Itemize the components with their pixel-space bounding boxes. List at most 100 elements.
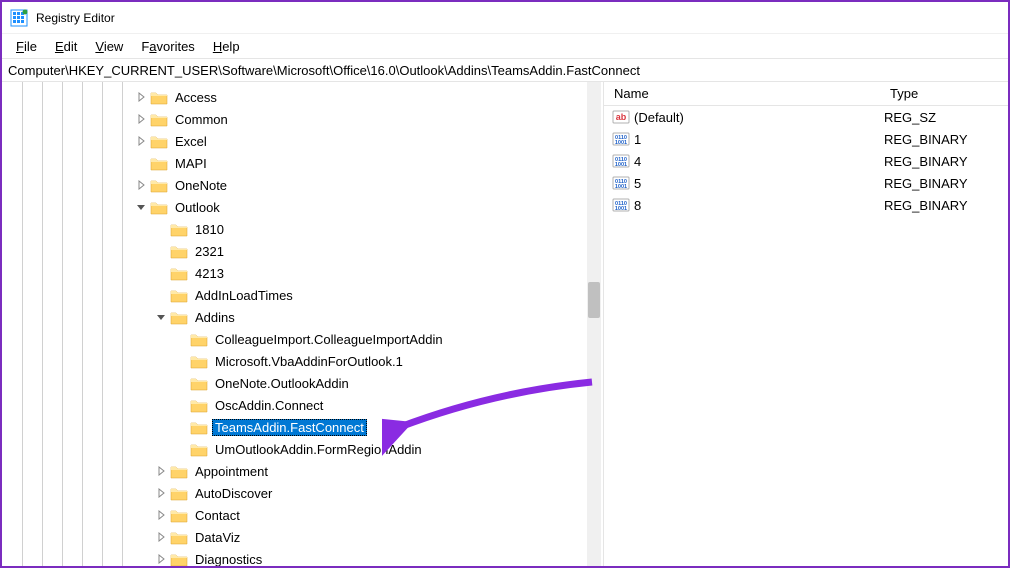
column-type[interactable]: Type	[884, 86, 1008, 101]
chevron-right-icon[interactable]	[134, 134, 148, 148]
tree-node-label[interactable]: AutoDiscover	[192, 485, 275, 502]
chevron-down-icon[interactable]	[134, 200, 148, 214]
values-pane: Name Type (Default)REG_SZ1REG_BINARY4REG…	[604, 82, 1008, 566]
tree-node-label[interactable]: UmOutlookAddin.FormRegionAddin	[212, 441, 425, 458]
tree-node[interactable]: Appointment	[2, 460, 603, 482]
tree-node[interactable]: OneNote	[2, 174, 603, 196]
tree-node-label[interactable]: OneNote.OutlookAddin	[212, 375, 352, 392]
tree-node[interactable]: OscAddin.Connect	[2, 394, 603, 416]
value-row[interactable]: (Default)REG_SZ	[604, 106, 1008, 128]
tree-node[interactable]: Microsoft.VbaAddinForOutlook.1	[2, 350, 603, 372]
twisty-none	[154, 288, 168, 302]
tree-node-label[interactable]: ColleagueImport.ColleagueImportAddin	[212, 331, 446, 348]
chevron-right-icon[interactable]	[134, 90, 148, 104]
tree-scrollbar[interactable]	[587, 82, 601, 566]
twisty-none	[174, 442, 188, 456]
tree-node[interactable]: 4213	[2, 262, 603, 284]
tree-node-label[interactable]: MAPI	[172, 155, 210, 172]
tree-node[interactable]: 1810	[2, 218, 603, 240]
tree-node-label[interactable]: Microsoft.VbaAddinForOutlook.1	[212, 353, 406, 370]
column-name[interactable]: Name	[608, 86, 884, 101]
scroll-thumb[interactable]	[588, 282, 600, 318]
folder-icon	[150, 177, 168, 193]
folder-icon	[170, 265, 188, 281]
tree-node-label[interactable]: Addins	[192, 309, 238, 326]
value-row[interactable]: 8REG_BINARY	[604, 194, 1008, 216]
value-name: 8	[634, 198, 884, 213]
chevron-right-icon[interactable]	[154, 552, 168, 566]
folder-icon	[190, 331, 208, 347]
twisty-none	[174, 354, 188, 368]
addressbar[interactable]: Computer\HKEY_CURRENT_USER\Software\Micr…	[2, 58, 1008, 82]
tree-node-label[interactable]: Appointment	[192, 463, 271, 480]
reg-binary-icon	[612, 174, 630, 192]
tree-view[interactable]: Access Common Excel MAPI OneNote Outlook 1810 2…	[2, 82, 603, 566]
folder-icon	[150, 133, 168, 149]
value-row[interactable]: 1REG_BINARY	[604, 128, 1008, 150]
tree-node[interactable]: Common	[2, 108, 603, 130]
chevron-right-icon[interactable]	[154, 486, 168, 500]
menu-favorites[interactable]: Favorites	[133, 37, 202, 56]
value-row[interactable]: 5REG_BINARY	[604, 172, 1008, 194]
chevron-right-icon[interactable]	[154, 508, 168, 522]
tree-node[interactable]: UmOutlookAddin.FormRegionAddin	[2, 438, 603, 460]
tree-node[interactable]: Access	[2, 86, 603, 108]
tree-node[interactable]: OneNote.OutlookAddin	[2, 372, 603, 394]
folder-icon	[190, 375, 208, 391]
tree-node[interactable]: MAPI	[2, 152, 603, 174]
tree-node-label[interactable]: OneNote	[172, 177, 230, 194]
tree-node-label[interactable]: Diagnostics	[192, 551, 265, 567]
tree-node-label[interactable]: 2321	[192, 243, 227, 260]
folder-icon	[150, 155, 168, 171]
chevron-right-icon[interactable]	[134, 112, 148, 126]
menu-edit[interactable]: Edit	[47, 37, 85, 56]
tree-node-label[interactable]: Excel	[172, 133, 210, 150]
chevron-down-icon[interactable]	[154, 310, 168, 324]
column-headers[interactable]: Name Type	[604, 82, 1008, 106]
value-list[interactable]: (Default)REG_SZ1REG_BINARY4REG_BINARY5RE…	[604, 106, 1008, 216]
menu-help[interactable]: Help	[205, 37, 248, 56]
folder-icon	[150, 89, 168, 105]
tree-node[interactable]: AutoDiscover	[2, 482, 603, 504]
tree-node-label[interactable]: Access	[172, 89, 220, 106]
tree-node[interactable]: TeamsAddin.FastConnect	[2, 416, 603, 438]
tree-node[interactable]: AddInLoadTimes	[2, 284, 603, 306]
tree-node-label[interactable]: TeamsAddin.FastConnect	[212, 419, 367, 436]
tree-node-label[interactable]: DataViz	[192, 529, 243, 546]
folder-icon	[190, 441, 208, 457]
value-name: 5	[634, 176, 884, 191]
value-type: REG_SZ	[884, 110, 1008, 125]
tree-node[interactable]: ColleagueImport.ColleagueImportAddin	[2, 328, 603, 350]
tree-node-label[interactable]: 1810	[192, 221, 227, 238]
tree-node[interactable]: Diagnostics	[2, 548, 603, 566]
tree-node-label[interactable]: 4213	[192, 265, 227, 282]
app-icon	[10, 9, 28, 27]
tree-node[interactable]: Excel	[2, 130, 603, 152]
reg-string-icon	[612, 108, 630, 126]
menu-view[interactable]: View	[87, 37, 131, 56]
folder-icon	[170, 507, 188, 523]
chevron-right-icon[interactable]	[154, 530, 168, 544]
tree-node-label[interactable]: Common	[172, 111, 231, 128]
menubar: File Edit View Favorites Help	[2, 34, 1008, 58]
tree-node-label[interactable]: AddInLoadTimes	[192, 287, 296, 304]
chevron-right-icon[interactable]	[154, 464, 168, 478]
tree-node-label[interactable]: OscAddin.Connect	[212, 397, 326, 414]
value-type: REG_BINARY	[884, 176, 1008, 191]
tree-node[interactable]: Outlook	[2, 196, 603, 218]
tree-node-label[interactable]: Contact	[192, 507, 243, 524]
tree-node[interactable]: Addins	[2, 306, 603, 328]
tree-node[interactable]: Contact	[2, 504, 603, 526]
chevron-right-icon[interactable]	[134, 178, 148, 192]
tree-node[interactable]: DataViz	[2, 526, 603, 548]
tree-node[interactable]: 2321	[2, 240, 603, 262]
menu-file[interactable]: File	[8, 37, 45, 56]
reg-binary-icon	[612, 196, 630, 214]
reg-binary-icon	[612, 152, 630, 170]
value-name: 1	[634, 132, 884, 147]
tree-node-label[interactable]: Outlook	[172, 199, 223, 216]
folder-icon	[170, 309, 188, 325]
value-row[interactable]: 4REG_BINARY	[604, 150, 1008, 172]
twisty-none	[134, 156, 148, 170]
folder-icon	[150, 111, 168, 127]
